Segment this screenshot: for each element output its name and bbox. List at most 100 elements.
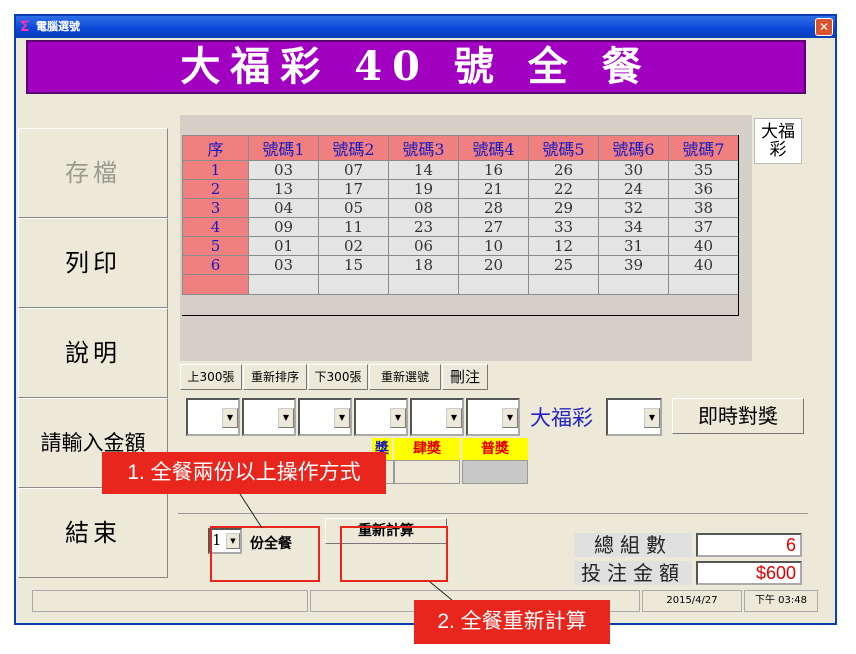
special-number-select[interactable]: ▼ [606, 398, 662, 436]
table-row[interactable]: 6 03 15 18 20 25 39 40 [182, 255, 739, 275]
column-header: 號碼7 [668, 135, 739, 161]
number-select-5[interactable]: ▼ [410, 398, 464, 436]
row-seq: 5 [182, 236, 249, 256]
number-cell: 13 [248, 179, 319, 199]
table-row[interactable]: 4 09 11 23 27 33 34 37 [182, 217, 739, 237]
number-cell: 20 [458, 255, 529, 275]
number-cell: 32 [598, 198, 669, 218]
table-row[interactable]: 2 13 17 19 21 22 24 36 [182, 179, 739, 199]
help-button[interactable]: 說明 [18, 308, 168, 398]
number-cell: 03 [248, 255, 319, 275]
column-header: 號碼5 [528, 135, 599, 161]
number-cell: 40 [668, 255, 739, 275]
number-cell: 06 [388, 236, 459, 256]
table-row[interactable]: 5 01 02 06 10 12 31 40 [182, 236, 739, 256]
number-cell: 04 [248, 198, 319, 218]
general-prize-label: 普獎 [462, 438, 528, 460]
resort-button[interactable]: 重新排序 [243, 364, 307, 390]
title-bar[interactable]: Σ 電腦選號 ✕ [16, 16, 835, 38]
number-cell: 11 [318, 217, 389, 237]
number-cell: 17 [318, 179, 389, 199]
row-seq: 6 [182, 255, 249, 275]
number-cell: 39 [598, 255, 669, 275]
column-header: 號碼4 [458, 135, 529, 161]
number-cell: 35 [668, 160, 739, 180]
empty-cell [248, 274, 319, 295]
number-cell: 38 [668, 198, 739, 218]
table-row-empty[interactable] [182, 274, 739, 295]
reselect-button[interactable]: 重新選號 [369, 364, 441, 390]
number-cell: 23 [388, 217, 459, 237]
number-select-6[interactable]: ▼ [466, 398, 520, 436]
row-seq: 2 [182, 179, 249, 199]
number-cell: 09 [248, 217, 319, 237]
row-seq: 3 [182, 198, 249, 218]
number-cell: 16 [458, 160, 529, 180]
table-row[interactable]: 1 03 07 14 16 26 30 35 [182, 160, 739, 180]
number-cell: 37 [668, 217, 739, 237]
close-button[interactable]: ✕ [815, 18, 833, 36]
status-pane [32, 590, 308, 612]
empty-cell [458, 274, 529, 295]
empty-cell [318, 274, 389, 295]
number-cell: 18 [388, 255, 459, 275]
number-cell: 27 [458, 217, 529, 237]
total-groups-label: 總組數 [574, 533, 692, 557]
number-cell: 03 [248, 160, 319, 180]
number-cell: 31 [598, 236, 669, 256]
dropdown-arrow-icon[interactable]: ▼ [222, 408, 238, 428]
dropdown-arrow-icon[interactable]: ▼ [644, 408, 660, 428]
fourth-prize-count [394, 460, 460, 484]
number-cell: 24 [598, 179, 669, 199]
window-title: 電腦選號 [36, 20, 80, 33]
number-cell: 07 [318, 160, 389, 180]
number-select-2[interactable]: ▼ [242, 398, 296, 436]
column-header: 號碼3 [388, 135, 459, 161]
general-prize-count [462, 460, 528, 484]
bet-amount-value: $600 [696, 561, 802, 585]
number-cell: 26 [528, 160, 599, 180]
fourth-prize-label: 肆獎 [394, 438, 460, 460]
status-time: 下午 03:48 [744, 590, 818, 612]
dropdown-arrow-icon[interactable]: ▼ [502, 408, 518, 428]
column-header: 號碼2 [318, 135, 389, 161]
number-cell: 02 [318, 236, 389, 256]
number-cell: 10 [458, 236, 529, 256]
next-300-button[interactable]: 下300張 [308, 364, 368, 390]
number-cell: 01 [248, 236, 319, 256]
number-cell: 08 [388, 198, 459, 218]
delete-button[interactable]: 刪注 [442, 364, 488, 390]
number-select-3[interactable]: ▼ [298, 398, 352, 436]
empty-cell [182, 274, 249, 295]
app-sigma-icon: Σ [20, 19, 30, 35]
save-button[interactable]: 存檔 [18, 128, 168, 218]
highlight-box-sets [210, 526, 320, 582]
number-cell: 28 [458, 198, 529, 218]
empty-cell [668, 274, 739, 295]
bet-amount-label: 投注金額 [574, 561, 692, 585]
table-header-row: 序 號碼1 號碼2 號碼3 號碼4 號碼5 號碼6 號碼7 [182, 135, 739, 161]
number-cell: 21 [458, 179, 529, 199]
lottery-type-badge: 大福 彩 [754, 118, 802, 164]
column-header-seq: 序 [182, 135, 249, 161]
status-date: 2015/4/27 [642, 590, 742, 612]
print-button[interactable]: 列印 [18, 218, 168, 308]
callout-recalculate: 2. 全餐重新計算 [414, 600, 610, 644]
dropdown-arrow-icon[interactable]: ▼ [446, 408, 462, 428]
number-cell: 15 [318, 255, 389, 275]
number-select-4[interactable]: ▼ [354, 398, 408, 436]
exit-button[interactable]: 結束 [18, 488, 168, 578]
prev-300-button[interactable]: 上300張 [180, 364, 242, 390]
number-select-1[interactable]: ▼ [186, 398, 240, 436]
dropdown-arrow-icon[interactable]: ▼ [278, 408, 294, 428]
table-row[interactable]: 3 04 05 08 28 29 32 38 [182, 198, 739, 218]
number-cell: 34 [598, 217, 669, 237]
number-cell: 14 [388, 160, 459, 180]
dropdown-arrow-icon[interactable]: ▼ [390, 408, 406, 428]
number-table[interactable]: 序 號碼1 號碼2 號碼3 號碼4 號碼5 號碼6 號碼7 1 03 07 14… [182, 135, 739, 295]
dropdown-arrow-icon[interactable]: ▼ [334, 408, 350, 428]
number-cell: 12 [528, 236, 599, 256]
column-header: 號碼1 [248, 135, 319, 161]
instant-check-button[interactable]: 即時對獎 [672, 398, 804, 434]
callout-multi-sets: 1. 全餐兩份以上操作方式 [102, 452, 386, 494]
